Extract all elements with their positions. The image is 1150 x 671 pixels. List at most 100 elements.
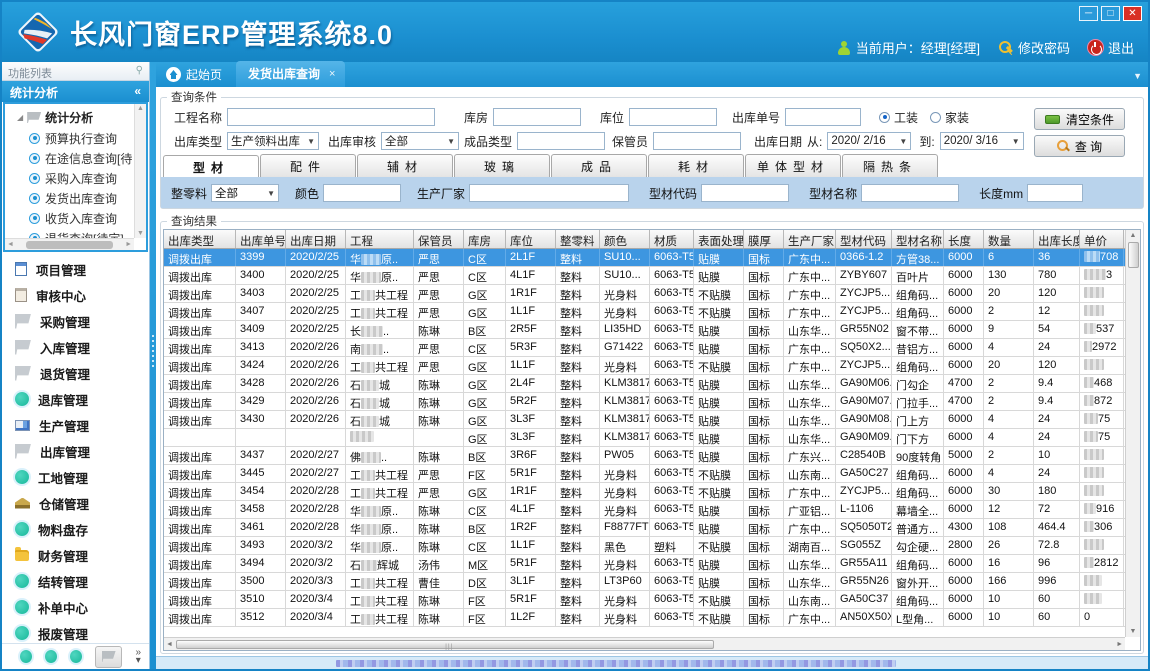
module-dot-icon[interactable] <box>20 650 32 663</box>
table-row[interactable]: 调拨出库34292020/2/26石城陈琳G区5R2F整料KLM38176063… <box>164 393 1125 411</box>
tree-expander-icon[interactable]: ◢ <box>17 113 23 122</box>
material-tab-隔热条[interactable]: 隔热条 <box>842 154 938 177</box>
table-vertical-scrollbar[interactable]: ▲▼ <box>1125 230 1140 637</box>
table-row[interactable]: 调拨出库34942020/3/2石辉城汤伟M区5R1F整料光身料6063-T5贴… <box>164 555 1125 573</box>
hscroll-thumb[interactable]: ||| <box>176 640 714 649</box>
sidebar-module-项目管理[interactable]: 项目管理 <box>2 256 149 282</box>
column-header[interactable]: 生产厂家 <box>784 230 836 248</box>
change-password-button[interactable]: 修改密码 <box>998 38 1070 57</box>
module-dot-icon[interactable] <box>70 650 82 663</box>
tree-horizontal-scrollbar[interactable]: ◄► <box>5 238 134 250</box>
column-header[interactable]: 单价 <box>1080 230 1124 248</box>
sidebar-module-结转管理[interactable]: 结转管理 <box>2 568 149 594</box>
material-tab-型材[interactable]: 型材 <box>163 155 259 177</box>
sidebar-module-入库管理[interactable]: 入库管理 <box>2 334 149 360</box>
table-row[interactable]: 调拨出库35002020/3/3工共工程曹佳D区3L1F整料LT3P606063… <box>164 573 1125 591</box>
sidebar-module-报废管理[interactable]: 报废管理 <box>2 620 149 643</box>
table-row[interactable]: 调拨出库34282020/2/26石城陈琳G区2L4F整料KLM38176063… <box>164 375 1125 393</box>
table-row[interactable]: 调拨出库34002020/2/25华原..严思C区4L1F整料SU10...60… <box>164 267 1125 285</box>
table-row[interactable]: 调拨出库34582020/2/28华原..陈琳C区4L1F整料光身料6063-T… <box>164 501 1125 519</box>
cart-module-button[interactable] <box>95 646 123 668</box>
tree-item[interactable]: 收货入库查询 <box>9 208 132 228</box>
date-to-picker[interactable]: 2020/ 3/16▼ <box>940 132 1024 150</box>
length-input[interactable] <box>1027 184 1083 202</box>
sidebar-module-补单中心[interactable]: 补单中心 <box>2 594 149 620</box>
material-tab-辅材[interactable]: 辅材 <box>357 154 453 177</box>
tree-vertical-scrollbar[interactable]: ▲▼ <box>134 104 146 238</box>
out-type-select[interactable]: 生产领料出库▼ <box>227 132 319 150</box>
factory-input[interactable] <box>469 184 629 202</box>
material-tab-成品[interactable]: 成品 <box>551 154 647 177</box>
sidebar-module-工地管理[interactable]: 工地管理 <box>2 464 149 490</box>
whole-part-select[interactable]: 全部▼ <box>211 184 279 202</box>
logout-button[interactable]: 退出 <box>1088 38 1134 57</box>
audit-select[interactable]: 全部▼ <box>381 132 459 150</box>
column-header[interactable]: 颜色 <box>600 230 650 248</box>
column-header[interactable]: 库位 <box>506 230 556 248</box>
material-tab-配件[interactable]: 配件 <box>260 154 356 177</box>
close-button[interactable]: ✕ <box>1123 6 1142 21</box>
tree-item[interactable]: 采购入库查询 <box>9 168 132 188</box>
sidebar-module-退库管理[interactable]: 退库管理 <box>2 386 149 412</box>
column-header[interactable]: 长度 <box>944 230 984 248</box>
column-header[interactable]: 型材名称 <box>892 230 944 248</box>
sidebar-module-仓储管理[interactable]: 仓储管理 <box>2 490 149 516</box>
sidebar-module-物料盘存[interactable]: 物料盘存 <box>2 516 149 542</box>
radio-工装[interactable]: 工装 <box>879 109 918 126</box>
profile-code-input[interactable] <box>701 184 789 202</box>
sidebar-module-财务管理[interactable]: 财务管理 <box>2 542 149 568</box>
clear-conditions-button[interactable]: 清空条件 <box>1034 108 1125 130</box>
column-header[interactable]: 整零料 <box>556 230 600 248</box>
location-input[interactable] <box>629 108 717 126</box>
sidebar-splitter[interactable] <box>150 62 156 669</box>
sidebar-module-生产管理[interactable]: 生产管理 <box>2 412 149 438</box>
column-header[interactable]: 出库日期 <box>286 230 346 248</box>
material-tab-耗材[interactable]: 耗材 <box>648 154 744 177</box>
product-type-input[interactable] <box>517 132 605 150</box>
tab-overflow-icon[interactable]: ▼ <box>1133 71 1142 81</box>
pin-icon[interactable]: ⚲ <box>136 65 143 80</box>
table-row[interactable]: 调拨出库34242020/2/26工共工程严思G区1L1F整料光身料6063-T… <box>164 357 1125 375</box>
sidebar-module-审核中心[interactable]: 审核中心 <box>2 282 149 308</box>
warehouse-input[interactable] <box>493 108 581 126</box>
table-row[interactable]: 调拨出库34452020/2/27工共工程严思F区5R1F整料光身料6063-T… <box>164 465 1125 483</box>
column-header[interactable]: 出库单号 <box>236 230 286 248</box>
sidebar-module-采购管理[interactable]: 采购管理 <box>2 308 149 334</box>
order-no-input[interactable] <box>785 108 861 126</box>
column-header[interactable]: 表面处理 <box>694 230 744 248</box>
column-header[interactable]: 工程 <box>346 230 414 248</box>
radio-家装[interactable]: 家装 <box>930 109 969 126</box>
column-header[interactable]: 型材代码 <box>836 230 892 248</box>
table-row[interactable]: 调拨出库33992020/2/25华原..严思C区2L1F整料SU10...60… <box>164 249 1125 267</box>
table-row[interactable]: 调拨出库35102020/3/4工共工程陈琳F区5R1F整料光身料6063-T5… <box>164 591 1125 609</box>
tab-home[interactable]: 起始页 <box>160 66 236 87</box>
column-header[interactable]: 数量 <box>984 230 1034 248</box>
table-row[interactable]: 调拨出库34372020/2/27佛..陈琳B区3R6F整料PW056063-T… <box>164 447 1125 465</box>
sidebar-overflow-button[interactable]: »▾ <box>135 649 141 665</box>
column-header[interactable]: 出库长度 <box>1034 230 1080 248</box>
stats-section-header[interactable]: 统计分析 « <box>2 81 149 102</box>
collapse-icon[interactable]: « <box>134 84 141 102</box>
tab-close-icon[interactable]: × <box>329 68 335 80</box>
material-tab-玻璃[interactable]: 玻璃 <box>454 154 550 177</box>
table-row[interactable]: 调拨出库34132020/2/26南..严思C区5R3F整料G714226063… <box>164 339 1125 357</box>
column-header[interactable]: 出库类型 <box>164 230 236 248</box>
color-input[interactable] <box>323 184 401 202</box>
sidebar-module-退货管理[interactable]: 退货管理 <box>2 360 149 386</box>
table-row[interactable]: 调拨出库34612020/2/28华原..陈琳B区1R2F整料F8877FT60… <box>164 519 1125 537</box>
tree-item[interactable]: 在途信息查询[待 <box>9 148 132 168</box>
date-from-picker[interactable]: 2020/ 2/16▼ <box>827 132 911 150</box>
column-header[interactable]: 材质 <box>650 230 694 248</box>
search-button[interactable]: 查 询 <box>1034 135 1125 157</box>
column-header[interactable]: 库房 <box>464 230 506 248</box>
vscroll-thumb[interactable] <box>1128 242 1139 268</box>
table-row[interactable]: 调拨出库34092020/2/25长..陈琳B区2R5F整料LI35HD6063… <box>164 321 1125 339</box>
table-row[interactable]: 调拨出库34032020/2/25工共工程严思G区1R1F整料光身料6063-T… <box>164 285 1125 303</box>
minimize-button[interactable]: ─ <box>1079 6 1098 21</box>
maximize-button[interactable]: □ <box>1101 6 1120 21</box>
profile-name-input[interactable] <box>861 184 959 202</box>
table-row[interactable]: 调拨出库34302020/2/26石城陈琳G区3L3F整料KLM38176063… <box>164 411 1125 429</box>
table-row[interactable]: G区3L3F整料KLM38176063-T5贴膜国标山东华...GA90M09.… <box>164 429 1125 447</box>
table-row[interactable]: 调拨出库34932020/3/2华原..陈琳C区1L1F整料黑色塑料不贴膜国标湖… <box>164 537 1125 555</box>
column-header[interactable]: 膜厚 <box>744 230 784 248</box>
